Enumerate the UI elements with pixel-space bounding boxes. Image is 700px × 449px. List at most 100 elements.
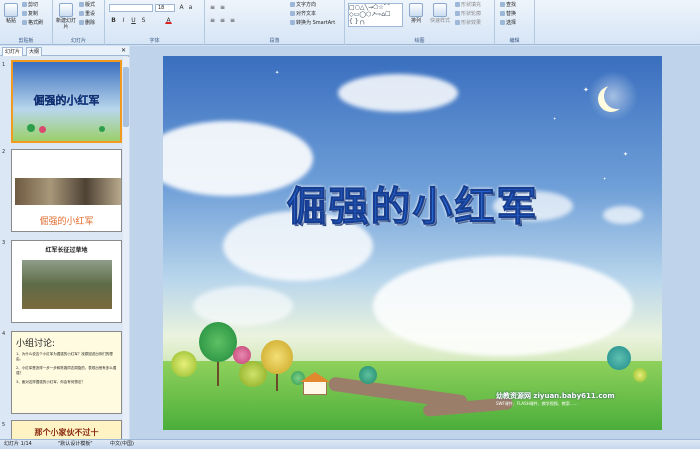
theme-name: "默认设计模板" — [58, 441, 93, 447]
slide-title[interactable]: 倔强的小红军 — [163, 174, 662, 232]
smartart-button[interactable]: 转换为 SmartArt — [290, 20, 335, 27]
slide-number: 4 — [2, 331, 6, 337]
slide-panel: 幻灯片 大纲 ✕ 1 倔强的小红军 2 倔强的小红军 3 红军长征过草地 4 小… — [0, 46, 129, 439]
slide-counter: 幻灯片 1/14 — [4, 441, 32, 447]
thumb-line: 1、为什么说这个小红军为倔强的小红军？找原因说出你们的理由。 — [16, 352, 113, 361]
close-pane-icon[interactable]: ✕ — [121, 47, 126, 54]
tab-outline[interactable]: 大纲 — [26, 47, 43, 56]
quick-styles-button[interactable]: 快速样式 — [429, 2, 451, 36]
slide-number: 1 — [2, 62, 6, 68]
cloud — [193, 286, 293, 326]
panel-tabs: 幻灯片 大纲 ✕ — [0, 46, 129, 56]
thumb-caption: 倔强的小红军 — [39, 217, 94, 227]
clipboard-label: 剪贴板 — [18, 38, 34, 44]
star-icon: ✦ — [553, 116, 557, 121]
tree — [607, 346, 631, 370]
slides-label: 幻灯片 — [70, 38, 86, 44]
paste-button[interactable]: 粘贴 — [2, 2, 20, 36]
font-group: 18 A a B I U S A 字体 — [105, 0, 205, 45]
shape-fill-button[interactable]: 形状填充 — [455, 2, 481, 9]
watermark-sub: SWF课件、FLASH课件、教学视频、教案…… — [496, 401, 578, 406]
star-icon: ✦ — [275, 70, 280, 76]
tree — [171, 351, 197, 377]
slide-editor: ✦ ✦ ✦ ✦ ✦ 倔强的小红军 幼教资源网 ziyuan.baby611.co… — [130, 46, 700, 439]
align-center-icon[interactable]: ≡ — [219, 17, 226, 24]
language-indicator: 中文(中国) — [110, 441, 134, 447]
arrange-button[interactable]: 排列 — [407, 2, 425, 36]
thumb-title: 那个小家伙不过十 — [34, 428, 99, 437]
font-size-box[interactable]: 18 — [155, 4, 175, 12]
tree — [359, 366, 377, 384]
slide-thumbnail-1[interactable]: 倔强的小红军 — [11, 60, 122, 143]
thumb-photo — [15, 178, 121, 205]
house-icon — [303, 381, 327, 395]
thumb-line: 3、面对这样倔强的小红军，你会有何想法？ — [16, 380, 85, 384]
font-label: 字体 — [149, 38, 160, 44]
layout-button[interactable]: 版式 — [79, 2, 95, 9]
slide-number: 2 — [2, 149, 6, 155]
shape-outline-button[interactable]: 形状轮廓 — [455, 11, 481, 18]
editing-group: 查找 替换 选择 编辑 — [495, 0, 535, 45]
new-slide-button[interactable]: 新建幻灯片 — [56, 2, 76, 36]
replace-button[interactable]: 替换 — [500, 11, 516, 18]
tree — [199, 322, 237, 362]
slide-thumbnail-5[interactable]: 那个小家伙不过十 — [11, 420, 122, 439]
tree-trunk — [276, 371, 278, 391]
slide-number: 3 — [2, 240, 6, 246]
paste-icon — [4, 3, 18, 17]
format-painter-button[interactable]: 格式刷 — [22, 20, 43, 27]
slides-group: 新建幻灯片 版式 重设 删除 幻灯片 — [53, 0, 105, 45]
thumb-title: 小组讨论: — [16, 339, 56, 349]
thumb-tree — [27, 124, 35, 132]
shapes-gallery[interactable]: □○△╲→⬠☆⌒ ◇▭◯⬡↗⇨⌂☐{ }╭╮ — [348, 3, 403, 27]
bullets-icon[interactable]: ≡ — [209, 4, 216, 11]
paragraph-label: 段落 — [269, 38, 280, 44]
shape-effects-button[interactable]: 形状效果 — [455, 20, 481, 27]
scroll-thumb[interactable] — [123, 67, 129, 127]
select-button[interactable]: 选择 — [500, 20, 516, 27]
ribbon: 粘贴 剪切 复制 格式刷 剪贴板 新建幻灯片 版式 重设 删除 幻灯片 18 A… — [0, 0, 700, 45]
slide-thumbnail-4[interactable]: 小组讨论: 1、为什么说这个小红军为倔强的小红军？找原因说出你们的理由。 2、小… — [11, 331, 122, 414]
clipboard-group: 粘贴 剪切 复制 格式刷 剪贴板 — [0, 0, 53, 45]
thumb-tree — [39, 126, 46, 133]
thumb-title: 红军长征过草地 — [45, 247, 88, 254]
font-color-icon[interactable]: A — [165, 17, 172, 24]
thumb-line: 2、小红军是怎样一步一步和陈赓同志周旋的，表现出他有多么倔强？ — [16, 366, 117, 375]
shrink-font-icon[interactable]: a — [187, 4, 194, 11]
align-text-button[interactable]: 对齐文本 — [290, 11, 316, 18]
underline-icon[interactable]: U — [130, 17, 137, 24]
watermark: 幼教资源网 ziyuan.baby611.com — [496, 392, 615, 400]
reset-button[interactable]: 重设 — [79, 11, 95, 18]
grow-font-icon[interactable]: A — [178, 4, 185, 11]
new-slide-icon — [59, 3, 73, 17]
font-name-box[interactable] — [109, 4, 153, 12]
status-bar: 幻灯片 1/14 "默认设计模板" 中文(中国) — [0, 439, 700, 449]
slide-thumbnail-3[interactable]: 红军长征过草地 — [11, 240, 122, 323]
star-icon: ✦ — [623, 151, 629, 158]
cloud — [373, 256, 633, 356]
delete-button[interactable]: 删除 — [79, 20, 95, 27]
panel-scrollbar[interactable] — [123, 57, 129, 439]
thumb-title: 倔强的小红军 — [33, 94, 100, 107]
star-icon: ✦ — [583, 86, 589, 94]
find-button[interactable]: 查找 — [500, 2, 516, 9]
italic-icon[interactable]: I — [120, 17, 127, 24]
paragraph-group: ≡ ≡ ≡ ≡ ≡ 文字方向 对齐文本 转换为 SmartArt 段落 — [205, 0, 345, 45]
slide-canvas[interactable]: ✦ ✦ ✦ ✦ ✦ 倔强的小红军 幼教资源网 ziyuan.baby611.co… — [163, 56, 662, 430]
slide-thumbnail-2[interactable]: 倔强的小红军 — [11, 149, 122, 232]
align-right-icon[interactable]: ≡ — [229, 17, 236, 24]
copy-button[interactable]: 复制 — [22, 11, 38, 18]
text-direction-button[interactable]: 文字方向 — [290, 2, 316, 9]
shadow-icon[interactable]: S — [140, 17, 147, 24]
numbering-icon[interactable]: ≡ — [219, 4, 226, 11]
align-left-icon[interactable]: ≡ — [209, 17, 216, 24]
tree — [261, 340, 293, 374]
bold-icon[interactable]: B — [110, 17, 117, 24]
cut-button[interactable]: 剪切 — [22, 2, 38, 9]
cloud — [338, 74, 458, 112]
thumb-tree — [99, 126, 105, 132]
thumb-painting — [22, 260, 112, 309]
tab-slides[interactable]: 幻灯片 — [2, 47, 24, 56]
tree — [633, 368, 647, 382]
arrange-icon — [409, 3, 423, 17]
